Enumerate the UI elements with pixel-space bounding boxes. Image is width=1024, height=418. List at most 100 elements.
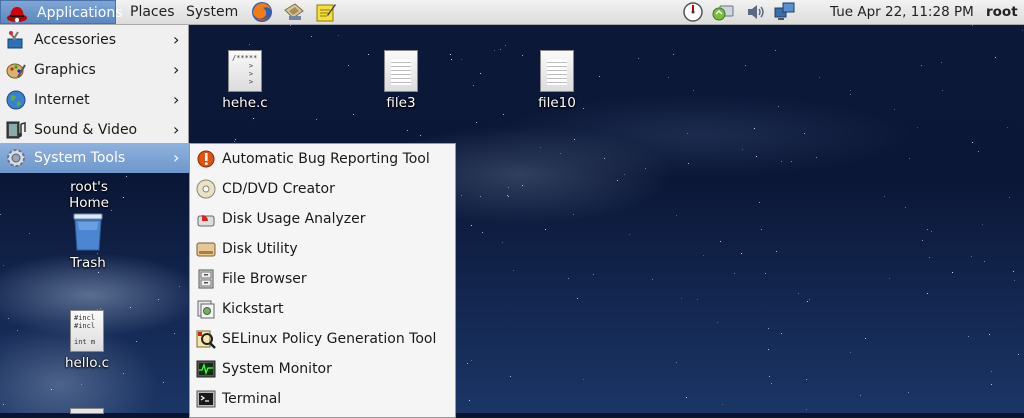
star [1022,30,1023,31]
star [942,90,943,91]
star [905,207,906,208]
star [480,196,481,197]
star [989,334,990,335]
kickstart-icon [196,299,216,319]
star [722,404,723,405]
system-menu-button[interactable]: System [180,0,244,24]
menu-item-disk-usage-analyzer[interactable]: Disk Usage Analyzer [190,204,455,234]
update-icon[interactable] [712,2,734,22]
star [1013,271,1014,272]
star [982,224,983,225]
menu-item-label: SELinux Policy Generation Tool [222,331,437,347]
star [768,349,769,350]
desktop-icon-label: hehe.c [222,95,268,111]
desktop-icon-label: file10 [538,95,576,111]
menu-item-kickstart[interactable]: Kickstart [190,294,455,324]
desktop-trash[interactable]: Trash [48,210,128,271]
star [420,135,421,136]
user-menu[interactable]: root [986,0,1018,24]
star [776,251,777,252]
clock[interactable]: Tue Apr 22, 11:28 PM [830,0,974,24]
star [809,299,810,300]
star [249,44,250,45]
mail-icon[interactable] [283,1,305,23]
star [850,90,851,91]
star [348,65,349,66]
star [804,133,805,134]
menu-item-cd-dvd-creator[interactable]: CD/DVD Creator [190,174,455,204]
file-preview: /***** > > > [232,54,258,86]
star [717,322,718,323]
star [968,336,969,337]
menu-item-file-browser[interactable]: File Browser [190,264,455,294]
graphics-icon [6,60,26,80]
star [927,293,928,294]
network-icon[interactable] [774,2,796,22]
star [624,174,625,175]
menu-item-label: Disk Usage Analyzer [222,211,366,227]
notes-icon[interactable] [315,1,337,23]
star [316,119,317,120]
menu-item-sound-video[interactable]: Sound & Video › [0,115,189,145]
star [629,234,630,235]
star [768,328,769,329]
star [941,62,942,63]
menu-item-bug-reporting[interactable]: Automatic Bug Reporting Tool [190,144,455,174]
star [593,274,594,275]
volume-icon[interactable] [745,2,767,22]
star [927,229,928,230]
star [703,255,704,256]
places-menu-button[interactable]: Places [124,0,181,24]
star [123,373,124,374]
star [480,73,481,74]
star [3,404,4,405]
star [290,25,291,26]
star [1018,354,1019,355]
desktop-file-hehe-c[interactable]: /***** > > > hehe.c [205,50,285,111]
star [971,256,972,257]
star [697,299,698,300]
menu-item-internet[interactable]: Internet › [0,85,189,115]
menu-item-terminal[interactable]: Terminal [190,384,455,414]
menu-item-selinux-policy[interactable]: SELinux Policy Generation Tool [190,324,455,354]
star [8,318,9,319]
desktop-file-file10[interactable]: file10 [517,50,597,111]
menu-item-graphics[interactable]: Graphics › [0,55,189,85]
chevron-right-icon: › [173,90,180,109]
applications-menu-button[interactable]: Applications [0,0,123,24]
menu-item-system-tools[interactable]: System Tools › [0,143,189,173]
star [978,151,979,152]
desktop-partial-file-icon[interactable] [70,408,104,414]
star [508,196,509,197]
star [922,240,923,241]
star [508,187,509,188]
menu-item-label: Automatic Bug Reporting Tool [222,151,430,167]
star [807,301,808,302]
star [759,202,760,203]
star [467,363,468,364]
star [676,215,677,216]
menu-item-disk-utility[interactable]: Disk Utility [190,234,455,264]
top-panel: Applications Places System Tue Apr 22, 1… [0,0,1024,25]
desktop-file-file3[interactable]: file3 [361,50,441,111]
star [540,147,541,148]
star [545,229,546,230]
firefox-icon[interactable] [251,1,273,23]
desktop-home-folder[interactable]: root's Home [49,176,129,211]
desktop-file-hello-c[interactable]: #incl #incl int m hello.c [47,310,127,371]
speedometer-icon[interactable] [682,2,704,22]
disc-icon [196,179,216,199]
internet-icon [6,90,26,110]
menu-item-accessories[interactable]: Accessories › [0,25,189,55]
star [476,122,477,123]
star [917,127,918,128]
star [781,333,782,334]
menu-item-label: CD/DVD Creator [222,181,335,197]
star [522,185,523,186]
star [451,59,452,60]
star [638,58,639,59]
star [850,352,851,353]
menu-item-system-monitor[interactable]: System Monitor [190,354,455,384]
star [505,45,506,46]
star [136,341,137,342]
